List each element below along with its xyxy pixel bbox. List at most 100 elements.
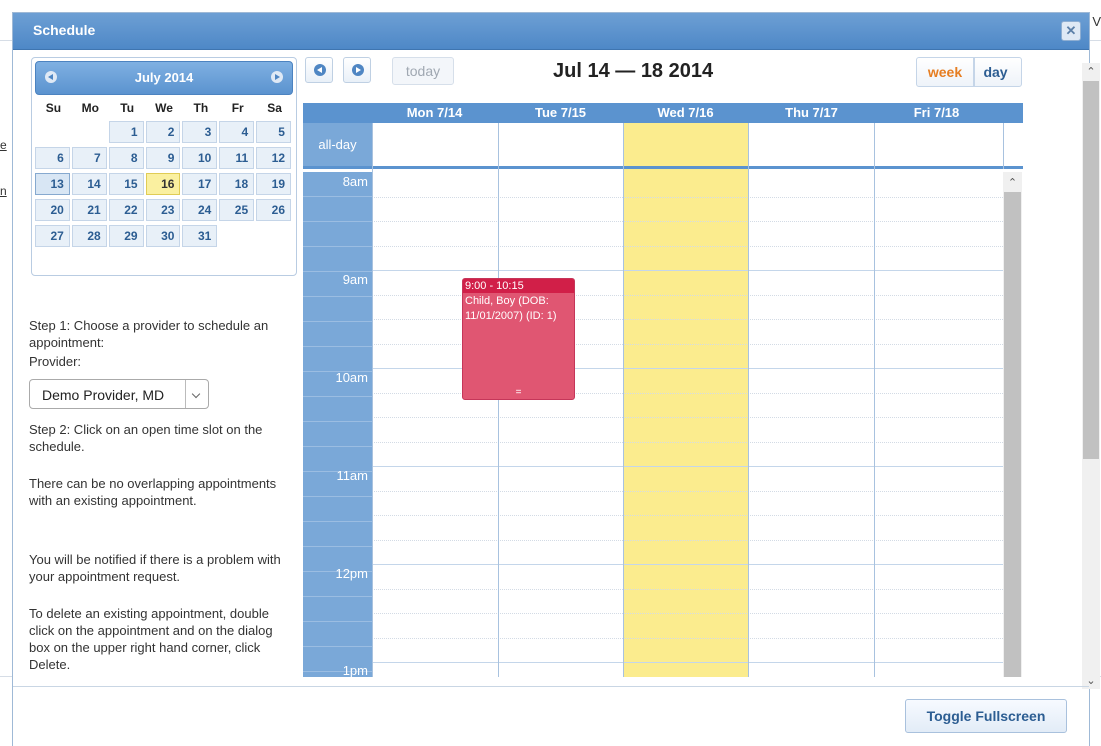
time-label: 11am	[336, 468, 368, 483]
column-header: Fri 7/18	[913, 105, 960, 120]
arrow-left-icon	[314, 64, 326, 76]
overlap-note: There can be no overlapping appointments…	[29, 476, 277, 508]
dialog-titlebar[interactable]: Schedule ✕	[13, 13, 1089, 50]
column-header: Mon 7/14	[406, 105, 463, 120]
dialog-title: Schedule	[33, 22, 96, 38]
weekday-header: Su Mo Tu We Th Fr Sa	[35, 101, 293, 115]
day-cell[interactable]: 14	[71, 173, 107, 195]
day-cell[interactable]: 17	[182, 173, 218, 195]
chevron-up-icon[interactable]: ⌃	[1003, 176, 1022, 189]
dialog-scrollbar-thumb[interactable]	[1083, 81, 1099, 459]
time-slot-line	[372, 540, 1003, 541]
step1-text: Step 1: Choose a provider to schedule an…	[29, 318, 269, 350]
day-cell[interactable]: 3	[182, 121, 218, 143]
day-cell[interactable]: 1	[108, 121, 144, 143]
background-link[interactable]: e	[0, 138, 7, 152]
chevron-down-icon[interactable]	[185, 380, 208, 408]
calendar-week-row: 20 21 22 23 24 25 26	[35, 199, 293, 223]
weekday-label: Su	[45, 101, 62, 115]
mini-calendar-title: July 2014	[134, 70, 194, 85]
step2-text: Step 2: Click on an open time slot on th…	[29, 422, 263, 454]
day-cell[interactable]: 30	[145, 225, 181, 247]
weekday-label: Th	[193, 101, 209, 115]
column-divider	[623, 123, 624, 677]
column-divider	[874, 123, 875, 677]
empty-day-cell	[219, 225, 254, 247]
all-day-label: all-day	[303, 123, 372, 166]
toggle-fullscreen-button[interactable]: Toggle Fullscreen	[905, 699, 1067, 733]
time-slot-line	[372, 417, 1003, 418]
time-label: 10am	[335, 370, 368, 385]
day-cell[interactable]: 26	[256, 199, 292, 221]
day-cell[interactable]: 13	[35, 173, 70, 195]
close-icon[interactable]: ✕	[1061, 21, 1081, 41]
time-slot-line	[372, 638, 1003, 639]
day-cell[interactable]: 6	[35, 147, 70, 169]
day-cell[interactable]: 31	[182, 225, 218, 247]
next-week-button[interactable]	[343, 57, 371, 83]
day-cell[interactable]: 12	[256, 147, 292, 169]
week-view-button[interactable]: week	[916, 57, 974, 87]
day-cell[interactable]: 20	[35, 199, 70, 221]
all-day-row[interactable]: all-day	[303, 123, 1023, 169]
day-cell[interactable]: 8	[108, 147, 144, 169]
day-cell[interactable]: 2	[145, 121, 181, 143]
day-cell[interactable]: 10	[182, 147, 218, 169]
weekday-label: We	[155, 101, 173, 115]
arrow-right-icon	[352, 64, 364, 76]
day-cell[interactable]: 16	[145, 173, 181, 195]
day-cell[interactable]: 11	[219, 147, 255, 169]
week-header: Mon 7/14 Tue 7/15 Wed 7/16 Thu 7/17 Fri …	[303, 103, 1023, 123]
time-slot-line	[372, 221, 1003, 222]
prev-week-button[interactable]	[305, 57, 333, 83]
calendar-scrollbar-thumb[interactable]	[1004, 192, 1021, 677]
dialog-scrollbar[interactable]: ⌃ ⌄	[1082, 63, 1100, 689]
empty-day-cell	[35, 121, 70, 143]
day-cell[interactable]: 21	[71, 199, 107, 221]
schedule-dialog: Schedule ✕ July 2014 Su Mo Tu We Th Fr S…	[12, 12, 1100, 746]
appointment-event[interactable]: 9:00 - 10:15 Child, Boy (DOB: 11/01/2007…	[462, 278, 575, 400]
appointment-time: 9:00 - 10:15	[463, 279, 574, 293]
day-cell[interactable]: 7	[71, 147, 107, 169]
column-header: Tue 7/15	[534, 105, 587, 120]
next-month-icon[interactable]	[271, 71, 283, 83]
empty-day-cell	[256, 225, 291, 247]
calendar-week-row: 12345	[35, 121, 293, 145]
resize-handle[interactable]: =	[463, 388, 574, 398]
weekday-label: Tu	[120, 101, 135, 115]
provider-label: Provider:	[29, 354, 82, 369]
chevron-up-icon[interactable]: ⌃	[1082, 65, 1100, 78]
column-divider	[498, 123, 499, 677]
time-label: 8am	[342, 174, 368, 189]
weekday-label: Mo	[81, 101, 99, 115]
day-cell[interactable]: 29	[108, 225, 144, 247]
time-slot-line	[372, 270, 1003, 271]
day-cell[interactable]: 4	[219, 121, 255, 143]
day-cell[interactable]: 5	[256, 121, 291, 143]
day-cell[interactable]: 28	[71, 225, 107, 247]
date-range-title: Jul 14 — 18 2014	[553, 60, 714, 82]
day-view-button[interactable]: day	[974, 57, 1022, 87]
mini-calendar-header: July 2014	[35, 61, 293, 95]
time-gutter: 8am 9am 10am 11am 12pm 1pm	[303, 172, 372, 677]
time-slot-line	[372, 442, 1003, 443]
background-link[interactable]: n	[0, 184, 7, 198]
day-cell[interactable]: 18	[219, 173, 255, 195]
day-cell[interactable]: 19	[256, 173, 292, 195]
day-cell[interactable]: 15	[108, 173, 144, 195]
day-cell[interactable]: 9	[145, 147, 181, 169]
day-cell[interactable]: 22	[108, 199, 144, 221]
day-grid: 1 2 3 4 5 6 7 8 9 10 11 12 13 14 15 16 17 18 19 20 21 22 23 24 2…	[35, 121, 293, 249]
column-header: Thu 7/17	[785, 105, 838, 120]
time-slot-line	[372, 613, 1003, 614]
time-slot-line	[372, 515, 1003, 516]
provider-select[interactable]: Demo Provider, MD	[29, 379, 209, 409]
today-button[interactable]: today	[392, 57, 454, 85]
day-cell[interactable]: 24	[182, 199, 218, 221]
time-label: 1pm	[342, 663, 368, 677]
day-cell[interactable]: 25	[219, 199, 255, 221]
calendar-week-row: 6 7 8 9 10 11 12	[35, 147, 293, 171]
calendar-scrollbar[interactable]: ⌃	[1003, 172, 1022, 677]
day-cell[interactable]: 27	[35, 225, 70, 247]
day-cell[interactable]: 23	[145, 199, 181, 221]
